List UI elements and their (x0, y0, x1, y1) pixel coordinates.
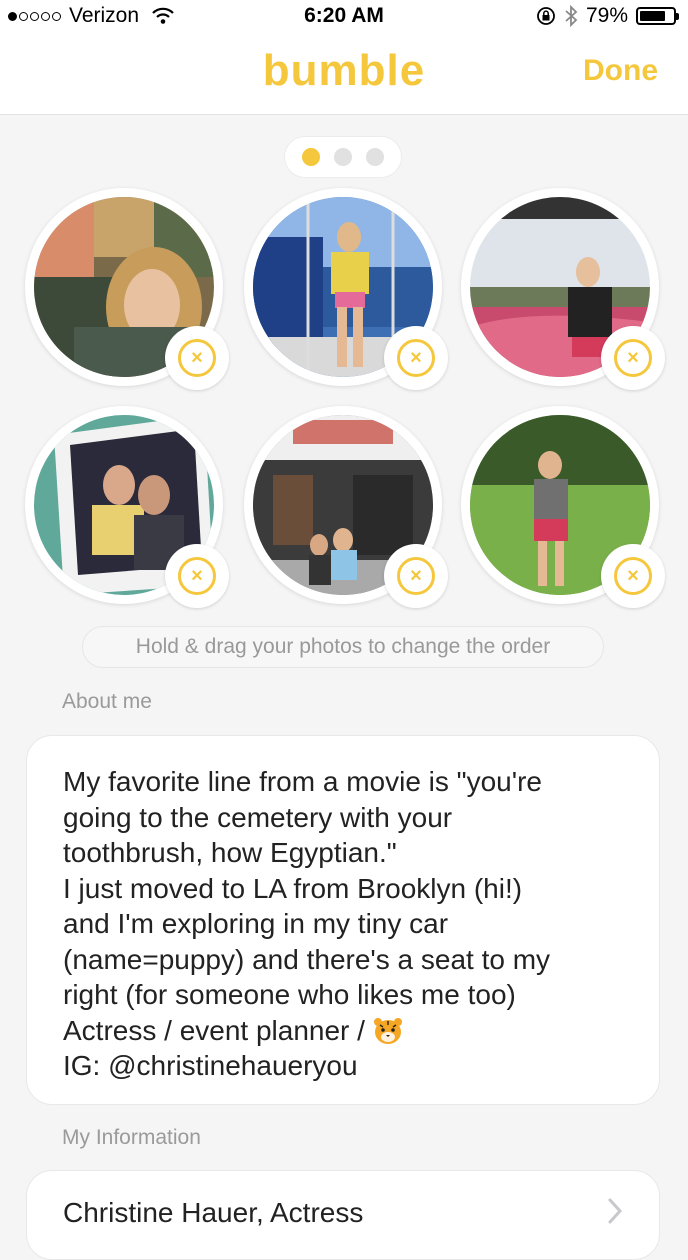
reorder-hint: Hold & drag your photos to change the or… (82, 626, 604, 668)
about-line: and I'm exploring in my tiny car (63, 908, 449, 939)
my-information-label: My Information (62, 1126, 201, 1149)
photo-page-indicator[interactable] (284, 136, 402, 178)
remove-photo-button[interactable]: × (384, 326, 448, 390)
status-bar: Verizon 6:20 AM 79% (0, 0, 688, 32)
about-line: toothbrush, how Egyptian." (63, 837, 397, 868)
page-dot[interactable] (302, 148, 320, 166)
about-line: going to the cemetery with your (63, 801, 453, 833)
about-line: Actress / event planner / (63, 1014, 373, 1046)
status-right: 79% (536, 4, 679, 28)
close-icon: × (397, 557, 435, 595)
battery-icon (636, 7, 679, 25)
remove-photo-button[interactable]: × (601, 326, 665, 390)
about-me-card[interactable]: My favorite line from a movie is "you're… (26, 735, 660, 1105)
rotation-lock-icon (537, 7, 555, 25)
photo-slot-6[interactable]: × (461, 406, 665, 608)
photo-slot-4[interactable]: × (25, 406, 229, 608)
bluetooth-icon (565, 5, 578, 27)
photo-slot-2[interactable]: × (244, 188, 448, 390)
page-dot[interactable] (366, 148, 384, 166)
photo-slot-3[interactable]: × (461, 188, 665, 390)
tiger-emoji-icon (373, 1017, 402, 1044)
close-icon: × (178, 557, 216, 595)
remove-photo-button[interactable]: × (384, 544, 448, 608)
close-icon: × (614, 339, 652, 377)
remove-photo-button[interactable]: × (601, 544, 665, 608)
chevron-right-icon (608, 1198, 623, 1224)
about-line: (name=puppy) and there's a seat to my (63, 943, 551, 975)
about-line: right (for someone who likes me too) (63, 979, 516, 1010)
nav-bar: bumble Done (0, 32, 688, 115)
name-occupation-row[interactable]: Christine Hauer, Actress (26, 1170, 660, 1260)
page-dot[interactable] (334, 148, 352, 166)
about-line: My favorite line from a movie is "you're (63, 766, 542, 797)
close-icon: × (178, 339, 216, 377)
photo-slot-1[interactable]: × (25, 188, 229, 390)
battery-fill (640, 11, 666, 21)
about-me-label: About me (62, 690, 152, 713)
close-icon: × (614, 557, 652, 595)
photo-slot-5[interactable]: × (244, 406, 448, 608)
done-button[interactable]: Done (583, 54, 658, 88)
about-line: IG: @christinehaueryou (63, 1050, 358, 1081)
remove-photo-button[interactable]: × (165, 544, 229, 608)
name-occupation-label: Christine Hauer, Actress (63, 1197, 364, 1228)
close-icon: × (397, 339, 435, 377)
remove-photo-button[interactable]: × (165, 326, 229, 390)
about-line: I just moved to LA from Brooklyn (hi!) (63, 872, 523, 904)
battery-percent: 79% (585, 4, 628, 27)
about-me-text[interactable]: My favorite line from a movie is "you're… (63, 764, 629, 1084)
